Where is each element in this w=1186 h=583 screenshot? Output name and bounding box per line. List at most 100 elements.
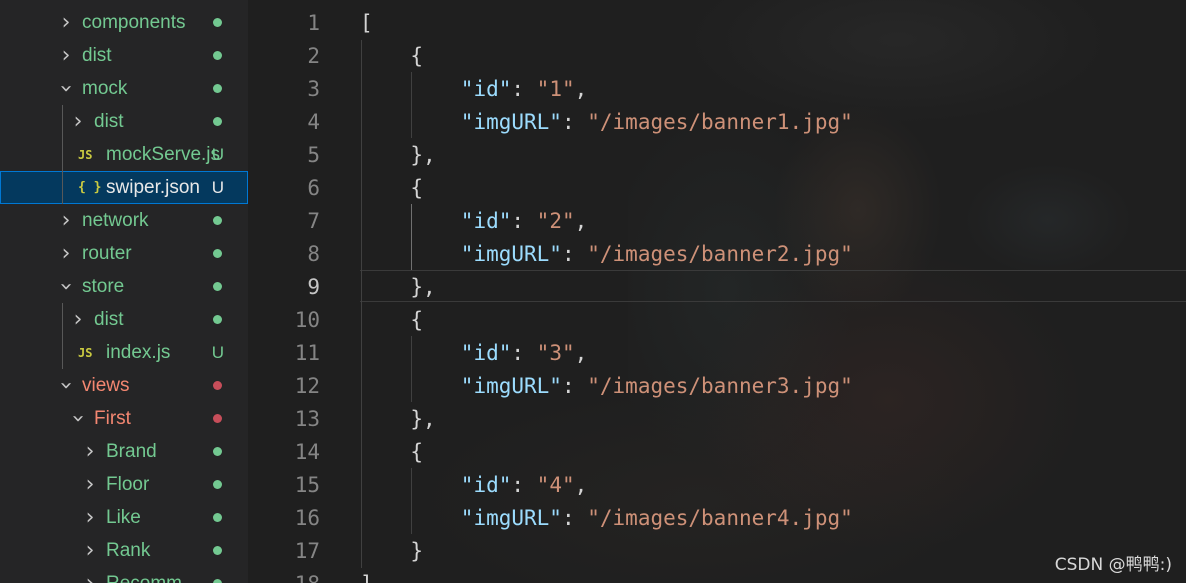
code-line[interactable]: 5},: [248, 138, 1186, 171]
json-key: "id": [460, 76, 512, 101]
tree-item-label: Like: [106, 506, 141, 528]
git-status-dot: [213, 117, 222, 126]
code-text: "imgURL": "/images/banner3.jpg": [461, 374, 853, 398]
folder-like[interactable]: › Like: [0, 501, 248, 534]
line-number: 7: [307, 208, 320, 233]
chevron-right-icon[interactable]: ›: [82, 472, 98, 497]
chevron-right-icon[interactable]: ›: [58, 10, 74, 35]
code-line[interactable]: 1[: [248, 6, 1186, 39]
folder-dist[interactable]: › dist: [0, 39, 248, 72]
folder-network[interactable]: › network: [0, 204, 248, 237]
code-line[interactable]: 10 {: [248, 303, 1186, 336]
code-text: "id": "4",: [461, 473, 587, 497]
punctuation: :: [511, 472, 537, 497]
code-line[interactable]: 14 {: [248, 435, 1186, 468]
punctuation: },: [410, 406, 436, 431]
punctuation: ]: [360, 572, 373, 583]
code-line[interactable]: 18]: [248, 567, 1186, 583]
code-line[interactable]: 8 "imgURL": "/images/banner2.jpg": [248, 237, 1186, 270]
tree-item-label: Recomm: [106, 572, 183, 583]
file-index-js[interactable]: JS index.js U: [0, 336, 248, 369]
tree-item-label: dist: [94, 110, 124, 132]
punctuation: :: [511, 208, 537, 233]
punctuation: }: [410, 538, 424, 563]
git-status-dot: [213, 282, 222, 291]
code-line[interactable]: 7 "id": "2",: [248, 204, 1186, 237]
chevron-down-icon[interactable]: ›: [66, 411, 91, 427]
code-line[interactable]: 17}: [248, 534, 1186, 567]
folder-dist[interactable]: › dist: [0, 303, 248, 336]
tree-item-label: network: [82, 209, 149, 231]
tree-indent-guide: [62, 303, 63, 369]
code-text: }: [410, 539, 423, 563]
code-line[interactable]: 2{: [248, 39, 1186, 72]
code-text: ]: [360, 572, 373, 583]
file-mockserve-js[interactable]: JS mockServe.js U: [0, 138, 248, 171]
line-number: 6: [307, 175, 320, 200]
git-status-dot: [213, 51, 222, 60]
code-line[interactable]: 3 "id": "1",: [248, 72, 1186, 105]
code-line[interactable]: 12 "imgURL": "/images/banner3.jpg": [248, 369, 1186, 402]
git-status-dot: [213, 315, 222, 324]
code-text: },: [410, 275, 435, 299]
chevron-right-icon[interactable]: ›: [58, 241, 74, 266]
line-number: 12: [294, 373, 320, 398]
folder-rank[interactable]: › Rank: [0, 534, 248, 567]
code-text: {: [410, 308, 423, 332]
javascript-file-icon: JS: [78, 147, 93, 162]
chevron-right-icon[interactable]: ›: [82, 439, 98, 464]
chevron-right-icon[interactable]: ›: [82, 505, 98, 530]
folder-router[interactable]: › router: [0, 237, 248, 270]
chevron-right-icon[interactable]: ›: [82, 538, 98, 563]
punctuation: {: [410, 439, 424, 464]
tree-item-label: mock: [82, 77, 128, 99]
code-line[interactable]: 16 "imgURL": "/images/banner4.jpg": [248, 501, 1186, 534]
code-line[interactable]: 9},: [248, 270, 1186, 303]
indent-guide: [361, 40, 362, 568]
folder-brand[interactable]: › Brand: [0, 435, 248, 468]
git-status-dot: [213, 18, 222, 27]
code-line[interactable]: 15 "id": "4",: [248, 468, 1186, 501]
chevron-right-icon[interactable]: ›: [70, 307, 86, 332]
folder-first[interactable]: › First: [0, 402, 248, 435]
git-status-dot: [213, 513, 222, 522]
folder-dist[interactable]: › dist: [0, 105, 248, 138]
javascript-file-icon: JS: [78, 345, 93, 360]
code-text: "imgURL": "/images/banner2.jpg": [461, 242, 853, 266]
folder-mock[interactable]: › mock: [0, 72, 248, 105]
folder-store[interactable]: › store: [0, 270, 248, 303]
punctuation: },: [410, 142, 436, 167]
json-string: "/images/banner4.jpg": [587, 505, 853, 530]
code-text: "imgURL": "/images/banner4.jpg": [461, 506, 853, 530]
explorer-sidebar: › components › dist › mock › dist JS mockServe.js…: [0, 0, 248, 583]
json-key: "imgURL": [460, 373, 562, 398]
json-key: "imgURL": [460, 109, 562, 134]
code-line[interactable]: 13},: [248, 402, 1186, 435]
chevron-right-icon[interactable]: ›: [58, 43, 74, 68]
chevron-down-icon[interactable]: ›: [54, 378, 79, 394]
code-line[interactable]: 11 "id": "3",: [248, 336, 1186, 369]
code-text: {: [410, 44, 423, 68]
chevron-down-icon[interactable]: ›: [54, 279, 79, 295]
tree-item-label: Rank: [106, 539, 151, 561]
file-swiper-json[interactable]: { } swiper.json U: [0, 171, 248, 204]
code-editor[interactable]: 1[2{3 "id": "1", 4 "imgURL": "/images/banne…: [248, 0, 1186, 583]
folder-components[interactable]: › components: [0, 6, 248, 39]
line-number: 8: [307, 241, 320, 266]
folder-views[interactable]: › views: [0, 369, 248, 402]
folder-floor[interactable]: › Floor: [0, 468, 248, 501]
json-key: "id": [460, 340, 512, 365]
git-status-untracked-badge: U: [211, 144, 224, 164]
code-text: "id": "2",: [461, 209, 587, 233]
code-line[interactable]: 4 "imgURL": "/images/banner1.jpg": [248, 105, 1186, 138]
code-line[interactable]: 6{: [248, 171, 1186, 204]
chevron-right-icon[interactable]: ›: [70, 109, 86, 134]
tree-item-label: dist: [82, 44, 112, 66]
chevron-right-icon[interactable]: ›: [82, 571, 98, 583]
chevron-right-icon[interactable]: ›: [58, 208, 74, 233]
folder-recomm[interactable]: › Recomm: [0, 567, 248, 583]
line-number: 14: [294, 439, 320, 464]
chevron-down-icon[interactable]: ›: [54, 81, 79, 97]
tree-item-label: swiper.json: [106, 176, 200, 198]
tree-item-label: Floor: [106, 473, 150, 495]
